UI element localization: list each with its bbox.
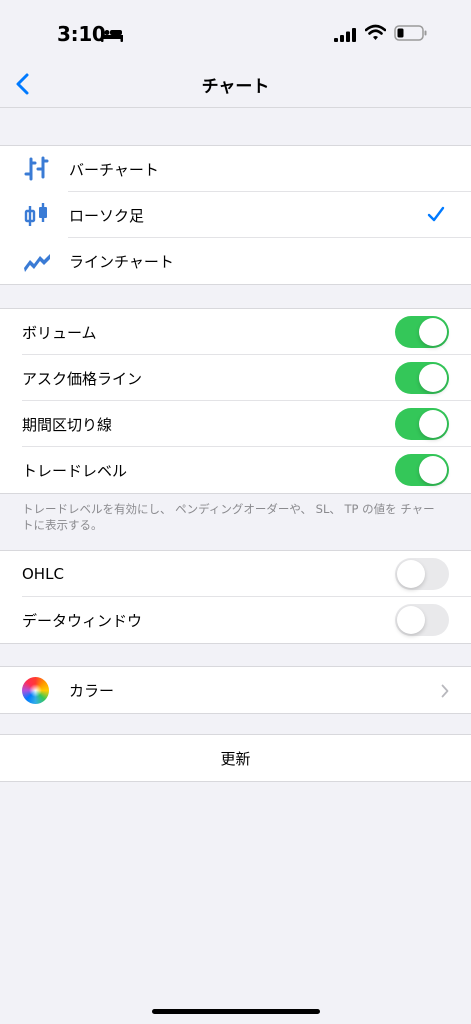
trade-levels-toggle[interactable] bbox=[395, 454, 449, 486]
sleep-bed-icon bbox=[101, 27, 123, 46]
bar-chart-icon bbox=[22, 156, 52, 182]
toggle-row-period-separators: 期間区切り線 bbox=[0, 401, 471, 447]
chart-type-label: ローソク足 bbox=[69, 206, 145, 225]
home-indicator bbox=[152, 1009, 320, 1014]
window-toggles-section: OHLC データウィンドウ bbox=[0, 550, 471, 644]
refresh-label: 更新 bbox=[220, 749, 251, 768]
refresh-section: 更新 bbox=[0, 734, 471, 782]
color-section: カラー bbox=[0, 666, 471, 714]
trade-level-note: トレードレベルを有効にし、 ペンディングオーダーや、 SL、 TP の値を チャ… bbox=[22, 502, 435, 532]
toggle-knob bbox=[419, 410, 447, 438]
data-window-toggle[interactable] bbox=[395, 604, 449, 636]
color-row[interactable]: カラー bbox=[0, 667, 471, 713]
status-bar: 3:10 bbox=[0, 0, 471, 62]
ohlc-toggle[interactable] bbox=[395, 558, 449, 590]
ask-price-line-toggle[interactable] bbox=[395, 362, 449, 394]
wifi-icon bbox=[364, 24, 387, 45]
toggle-row-ask-line: アスク価格ライン bbox=[0, 355, 471, 401]
toggle-knob bbox=[419, 364, 447, 392]
toggle-knob bbox=[419, 456, 447, 484]
toggle-label: OHLC bbox=[22, 565, 64, 583]
display-toggles-section: ボリューム アスク価格ライン 期間区切り線 トレードレベル bbox=[0, 308, 471, 494]
toggle-label: トレードレベル bbox=[22, 461, 128, 480]
page-title: チャート bbox=[201, 77, 270, 97]
chart-type-label: バーチャート bbox=[69, 160, 159, 179]
toggle-row-ohlc: OHLC bbox=[0, 551, 471, 597]
chevron-right-icon bbox=[441, 683, 449, 702]
toggle-label: ボリューム bbox=[22, 323, 97, 342]
candlestick-icon bbox=[22, 202, 52, 228]
toggle-knob bbox=[397, 560, 425, 588]
toggle-label: データウィンドウ bbox=[22, 611, 143, 630]
toggle-row-data-window: データウィンドウ bbox=[0, 597, 471, 643]
toggle-knob bbox=[397, 606, 425, 634]
chart-type-label: ラインチャート bbox=[69, 252, 174, 271]
checkmark-icon bbox=[427, 205, 445, 227]
navigation-bar: チャート bbox=[0, 62, 471, 108]
toggle-knob bbox=[419, 318, 447, 346]
chart-type-bar-row[interactable]: バーチャート bbox=[0, 146, 471, 192]
cellular-signal-icon bbox=[334, 27, 356, 46]
chart-type-section: バーチャート ローソク足 ラインチャート bbox=[0, 145, 471, 285]
toggle-row-volume: ボリューム bbox=[0, 309, 471, 355]
status-time: 3:10 bbox=[57, 22, 106, 46]
chart-type-line-row[interactable]: ラインチャート bbox=[0, 238, 471, 284]
chart-type-candlestick-row[interactable]: ローソク足 bbox=[0, 192, 471, 238]
volume-toggle[interactable] bbox=[395, 316, 449, 348]
period-separators-toggle[interactable] bbox=[395, 408, 449, 440]
color-wheel-icon bbox=[22, 677, 49, 704]
battery-icon bbox=[394, 25, 428, 45]
refresh-button[interactable]: 更新 bbox=[0, 735, 471, 781]
line-chart-icon bbox=[22, 248, 52, 274]
screen: 3:10 チャート バーチャート ローソク足 ラインチャート ボリューム アスク… bbox=[0, 0, 471, 1024]
toggle-row-trade-levels: トレードレベル bbox=[0, 447, 471, 493]
color-label: カラー bbox=[69, 681, 115, 700]
toggle-label: アスク価格ライン bbox=[22, 369, 143, 388]
toggle-label: 期間区切り線 bbox=[22, 415, 113, 434]
